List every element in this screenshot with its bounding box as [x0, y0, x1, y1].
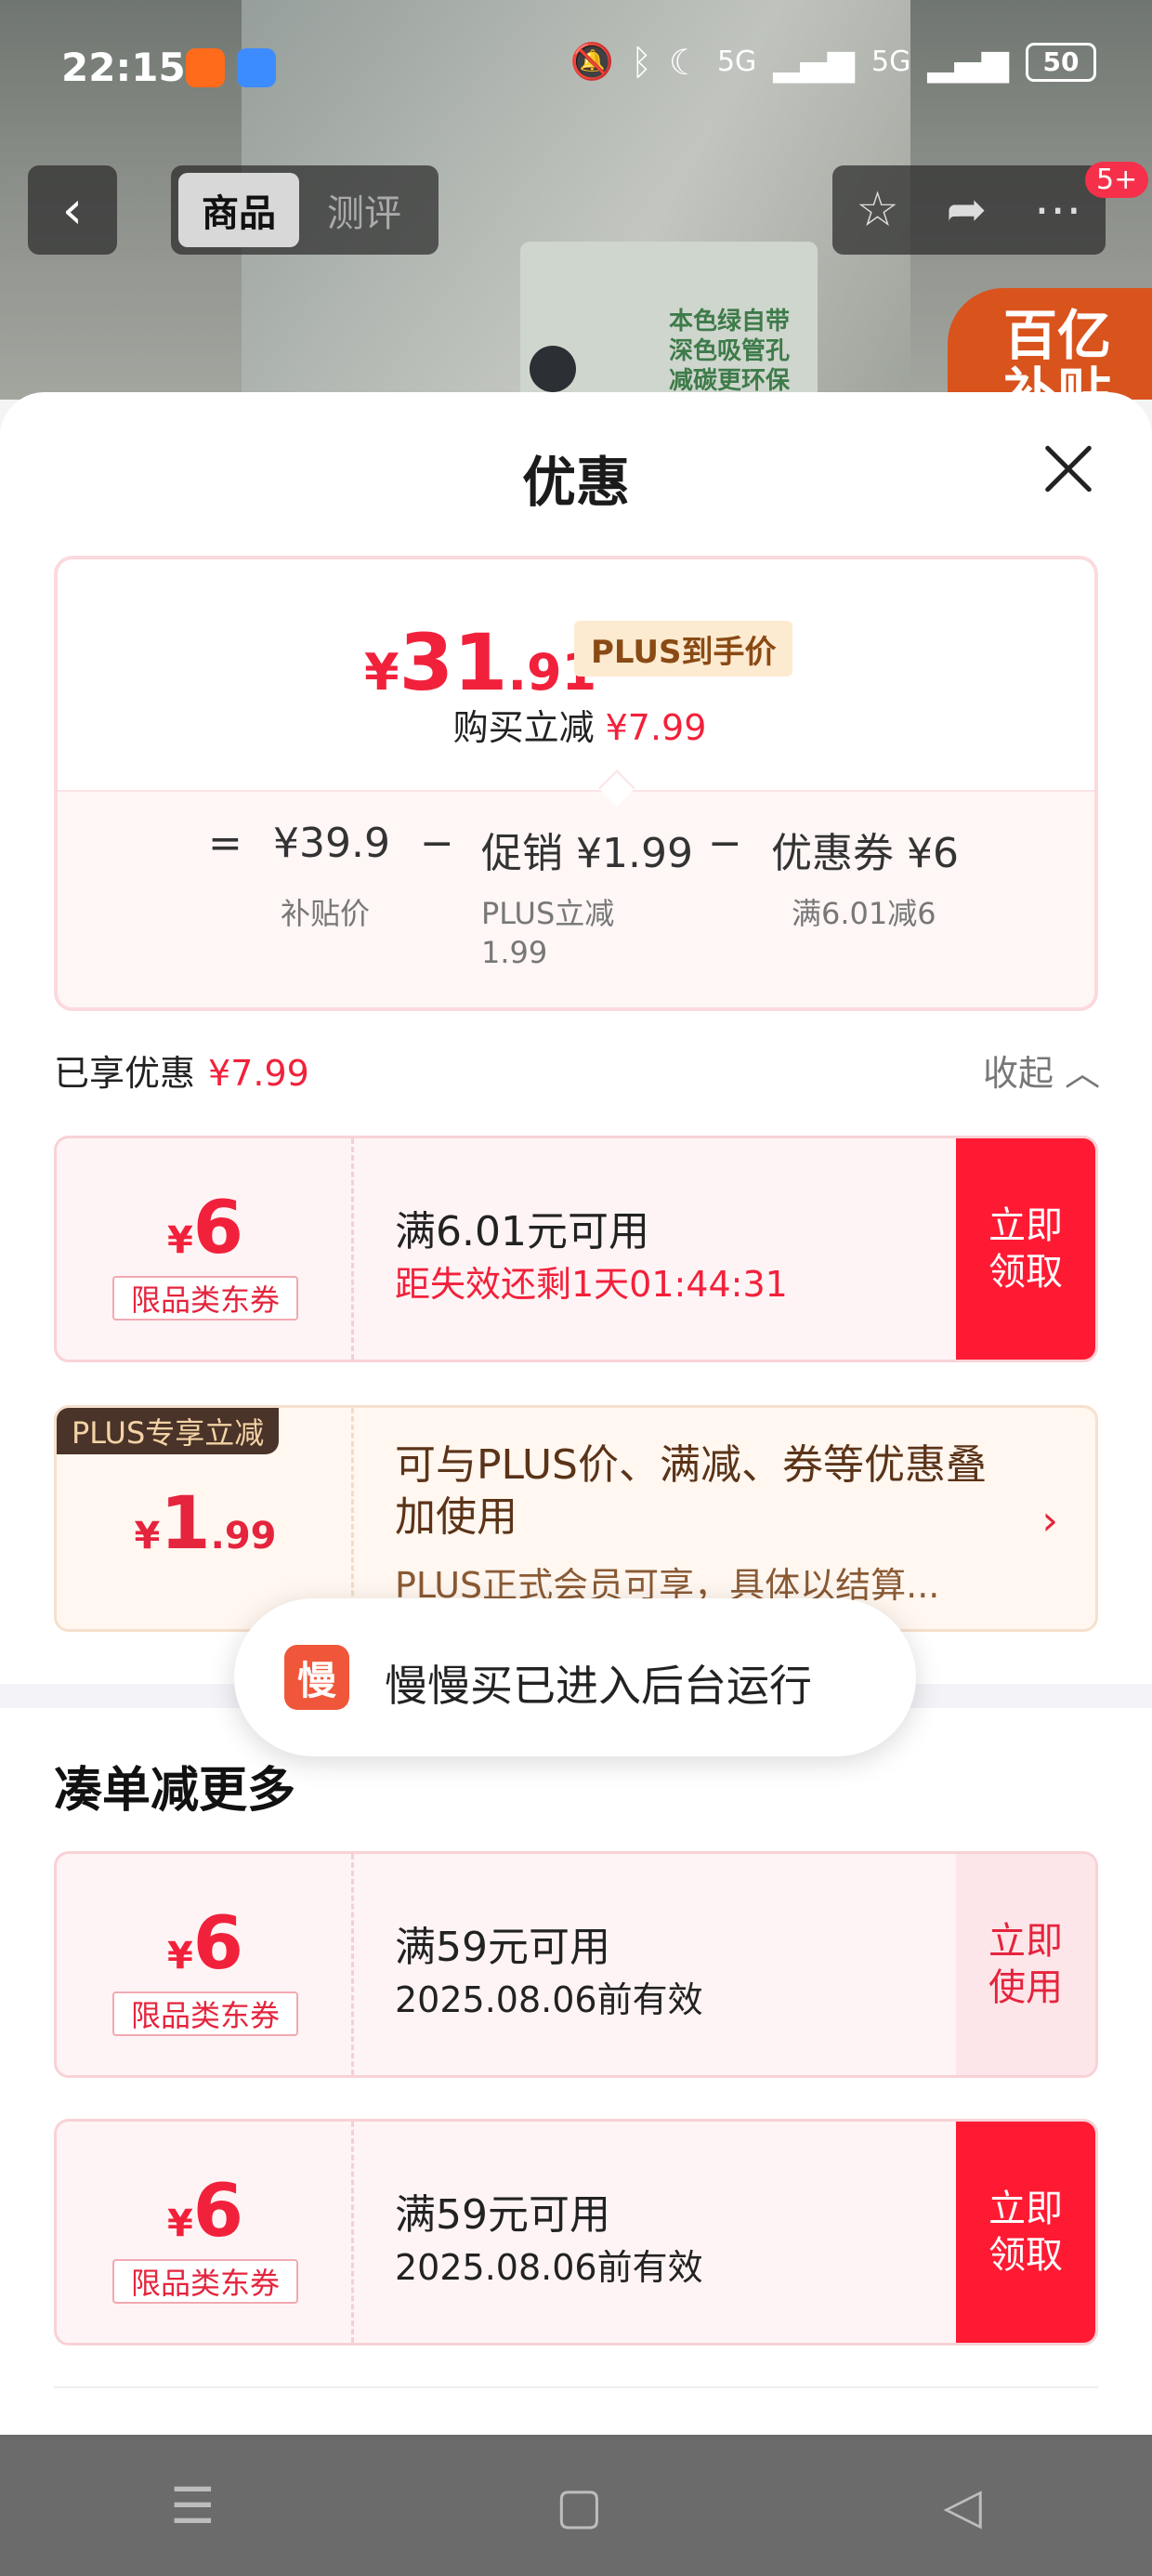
tab-switcher: 商品 测评 [171, 165, 439, 255]
back-icon[interactable]: ‹ [28, 165, 117, 255]
more-icon[interactable]: ⋯ [1034, 182, 1082, 238]
minus-sign-1: − [420, 820, 454, 867]
buy-reduce-line: 购买立减 ¥7.99 [58, 699, 1094, 750]
coupon-currency: ¥ [166, 2202, 193, 2245]
claim-button[interactable]: 立即 领取 [956, 1138, 1095, 1360]
product-cap [530, 346, 576, 392]
signal-icon-2: 5G [871, 46, 911, 78]
enjoyed-discount: 已享优惠 ¥7.99 [54, 1045, 309, 1096]
coupon-amount: ¥6 [57, 1902, 354, 1986]
sheet-title: 优惠 [521, 451, 630, 514]
home-icon[interactable]: ▢ [556, 2477, 603, 2535]
back-nav-icon[interactable]: ◁ [943, 2477, 982, 2535]
moon-icon: ☾ [668, 41, 700, 83]
nav-actions: ☆ ➦ ⋯ [832, 165, 1106, 255]
tab-product[interactable]: 商品 [178, 173, 299, 247]
discount-sheet: 优惠 ¥ 31 .91 PLUS到手价 购买立减 ¥7.99 = ¥39.9 补贴… [0, 392, 1152, 2435]
collapse-button[interactable]: 收起 ︿ [983, 1045, 1100, 1096]
coupon-condition: 满6.01元可用 [395, 1208, 649, 1255]
app-notification-icon [186, 48, 225, 87]
coupon-countdown: 距失效还剩1天01:44:31 [395, 1264, 788, 1305]
signal-bars-icon-2: ▂▄▆ [927, 41, 1009, 83]
coupon-kind: 限品类东券 [112, 1276, 298, 1321]
enjoyed-value: ¥7.99 [208, 1053, 309, 1094]
promo-text: 百亿 补贴 [1003, 304, 1112, 400]
system-nav-bar: ☰ ▢ ◁ [0, 2435, 1152, 2576]
enjoyed-label: 已享优惠 [54, 1053, 196, 1094]
toast-message: 慢慢买已进入后台运行 [385, 1661, 812, 1711]
subsidy-value: ¥39.9 [273, 820, 390, 867]
status-bar: 22:15 🔕 ᛒ ☾ 5G ▂▄▆ 5G ▂▄▆ 50 [0, 0, 1152, 139]
coupon-card: ¥6 限品类东券 满6.01元可用 距失效还剩1天01:44:31 立即 领取 [54, 1136, 1098, 1362]
promo-value: 促销 ¥1.99 [481, 830, 693, 877]
menu-icon[interactable]: ☰ [170, 2477, 215, 2535]
minus-sign-2: − [708, 820, 742, 867]
plus-currency: ¥ [134, 1515, 161, 1557]
coupon-card: ¥6 限品类东券 满59元可用 2025.08.06前有效 立即 领取 [54, 2119, 1098, 2346]
chevron-up-icon: ︿ [1065, 1053, 1101, 1094]
more-section-title: 凑单减更多 [54, 1763, 296, 1819]
app-logo-icon: 慢 [284, 1645, 349, 1710]
coupon-expire: 2025.08.06前有效 [395, 2247, 703, 2288]
coupon-label: 满6.01减6 [792, 896, 936, 931]
coupon-amount: ¥6 [57, 1187, 354, 1270]
coupon-currency: ¥ [166, 1935, 193, 1978]
price-integer: 31 [399, 617, 508, 708]
close-icon[interactable] [1041, 440, 1096, 496]
mute-icon: 🔕 [569, 41, 615, 82]
plus-tag: PLUS专享立减 [57, 1408, 280, 1454]
coupon-number: 6 [192, 1187, 244, 1270]
coupon-number: 6 [192, 1902, 244, 1986]
share-icon[interactable]: ➦ [947, 182, 988, 238]
coupon-condition: 满59元可用 [395, 1924, 610, 1971]
coupon-card: ¥6 限品类东券 满59元可用 2025.08.06前有效 立即 使用 [54, 1851, 1098, 2078]
subsidy-label: 补贴价 [281, 896, 371, 931]
bottom-divider [54, 2386, 1098, 2388]
promo-corner[interactable]: 百亿 补贴 [948, 288, 1152, 400]
signal-icon: 5G [716, 46, 757, 78]
coupon-number: 6 [192, 2170, 244, 2254]
signal-bars-icon: ▂▄▆ [773, 41, 855, 83]
coupon-condition: 满59元可用 [395, 2191, 610, 2239]
coupon-value: 优惠券 ¥6 [771, 830, 959, 877]
chevron-right-icon: › [1041, 1497, 1058, 1544]
bluetooth-icon: ᛒ [631, 41, 652, 83]
price-currency: ¥ [364, 643, 399, 702]
app-notification-icon-2 [237, 48, 276, 87]
star-icon[interactable]: ☆ [856, 182, 899, 238]
coupon-expire: 2025.08.06前有效 [395, 1979, 703, 2020]
price-summary: ¥ 31 .91 PLUS到手价 购买立减 ¥7.99 = ¥39.9 补贴价 −… [54, 556, 1098, 1011]
buy-reduce-label: 购买立减 [452, 707, 595, 748]
tab-review[interactable]: 测评 [308, 183, 420, 237]
top-nav: ‹ 商品 测评 ☆ ➦ ⋯ [0, 165, 1152, 256]
coupon-kind: 限品类东券 [112, 1991, 298, 2036]
buy-reduce-value: ¥7.99 [605, 707, 707, 748]
plus-title: 可与PLUS价、满减、券等优惠叠加使用 [395, 1441, 987, 1541]
promo-label: PLUS立减 1.99 [481, 896, 615, 970]
plus-price-tag: PLUS到手价 [574, 621, 793, 677]
coupon-amount: ¥6 [57, 2170, 354, 2254]
collapse-label: 收起 [983, 1053, 1054, 1094]
status-icons: 🔕 ᛒ ☾ 5G ▂▄▆ 5G ▂▄▆ 50 [570, 41, 1096, 83]
plus-decimal: .99 [210, 1515, 277, 1557]
message-badge: 5+ [1085, 162, 1149, 198]
plus-amount: ¥1.99 [57, 1482, 354, 1566]
product-box-text: 本色绿自带 深色吸管孔 减碳更环保 [669, 308, 791, 395]
use-button[interactable]: 立即 使用 [956, 1854, 1095, 2075]
battery-icon: 50 [1026, 42, 1096, 82]
status-time: 22:15 [61, 45, 186, 90]
background-run-toast: 慢 慢慢买已进入后台运行 [234, 1598, 916, 1756]
final-price: ¥ 31 .91 [364, 617, 596, 708]
claim-button[interactable]: 立即 领取 [956, 2122, 1095, 2343]
equals-sign: = [208, 820, 242, 867]
coupon-kind: 限品类东券 [112, 2259, 298, 2304]
plus-number: 1 [160, 1482, 211, 1566]
coupon-currency: ¥ [166, 1219, 193, 1262]
